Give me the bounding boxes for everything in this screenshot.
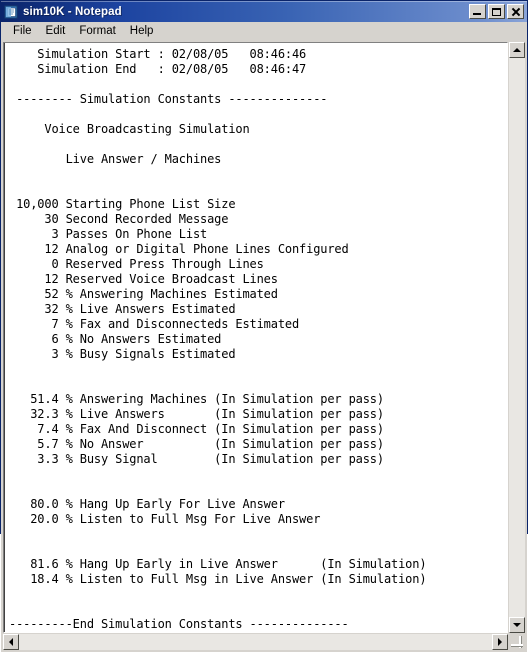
horizontal-scroll-track[interactable] <box>19 634 492 650</box>
chevron-down-icon <box>513 623 521 627</box>
minimize-button[interactable] <box>469 4 486 19</box>
scroll-left-button[interactable] <box>3 634 19 650</box>
scroll-down-button[interactable] <box>509 617 525 633</box>
window-title: sim10K - Notepad <box>23 5 122 18</box>
menu-item-format[interactable]: Format <box>72 24 122 39</box>
vertical-scrollbar[interactable] <box>509 42 525 633</box>
notepad-window: sim10K - Notepad File Edit Format Help S… <box>0 0 528 652</box>
menu-item-help[interactable]: Help <box>123 24 161 39</box>
chevron-up-icon <box>513 48 521 52</box>
vertical-scroll-track[interactable] <box>509 58 525 617</box>
title-bar[interactable]: sim10K - Notepad <box>1 1 527 22</box>
menu-bar: File Edit Format Help <box>1 22 527 41</box>
scroll-right-button[interactable] <box>492 634 508 650</box>
window-controls <box>469 4 524 19</box>
horizontal-scrollbar-row <box>3 634 525 650</box>
editor-row: Simulation Start : 02/08/05 08:46:46 Sim… <box>3 42 525 633</box>
menu-item-edit[interactable]: Edit <box>39 24 73 39</box>
chevron-left-icon <box>9 638 13 646</box>
close-button[interactable] <box>507 4 524 19</box>
document-text[interactable]: Simulation Start : 02/08/05 08:46:46 Sim… <box>4 43 507 632</box>
notepad-icon <box>4 5 19 19</box>
client-area: Simulation Start : 02/08/05 08:46:46 Sim… <box>1 41 527 652</box>
text-editor-frame[interactable]: Simulation Start : 02/08/05 08:46:46 Sim… <box>3 42 508 633</box>
chevron-right-icon <box>498 638 502 646</box>
horizontal-scrollbar[interactable] <box>3 634 508 650</box>
maximize-button[interactable] <box>488 4 505 19</box>
menu-item-file[interactable]: File <box>6 24 39 39</box>
resize-grip[interactable] <box>509 634 525 650</box>
scroll-up-button[interactable] <box>509 42 525 58</box>
